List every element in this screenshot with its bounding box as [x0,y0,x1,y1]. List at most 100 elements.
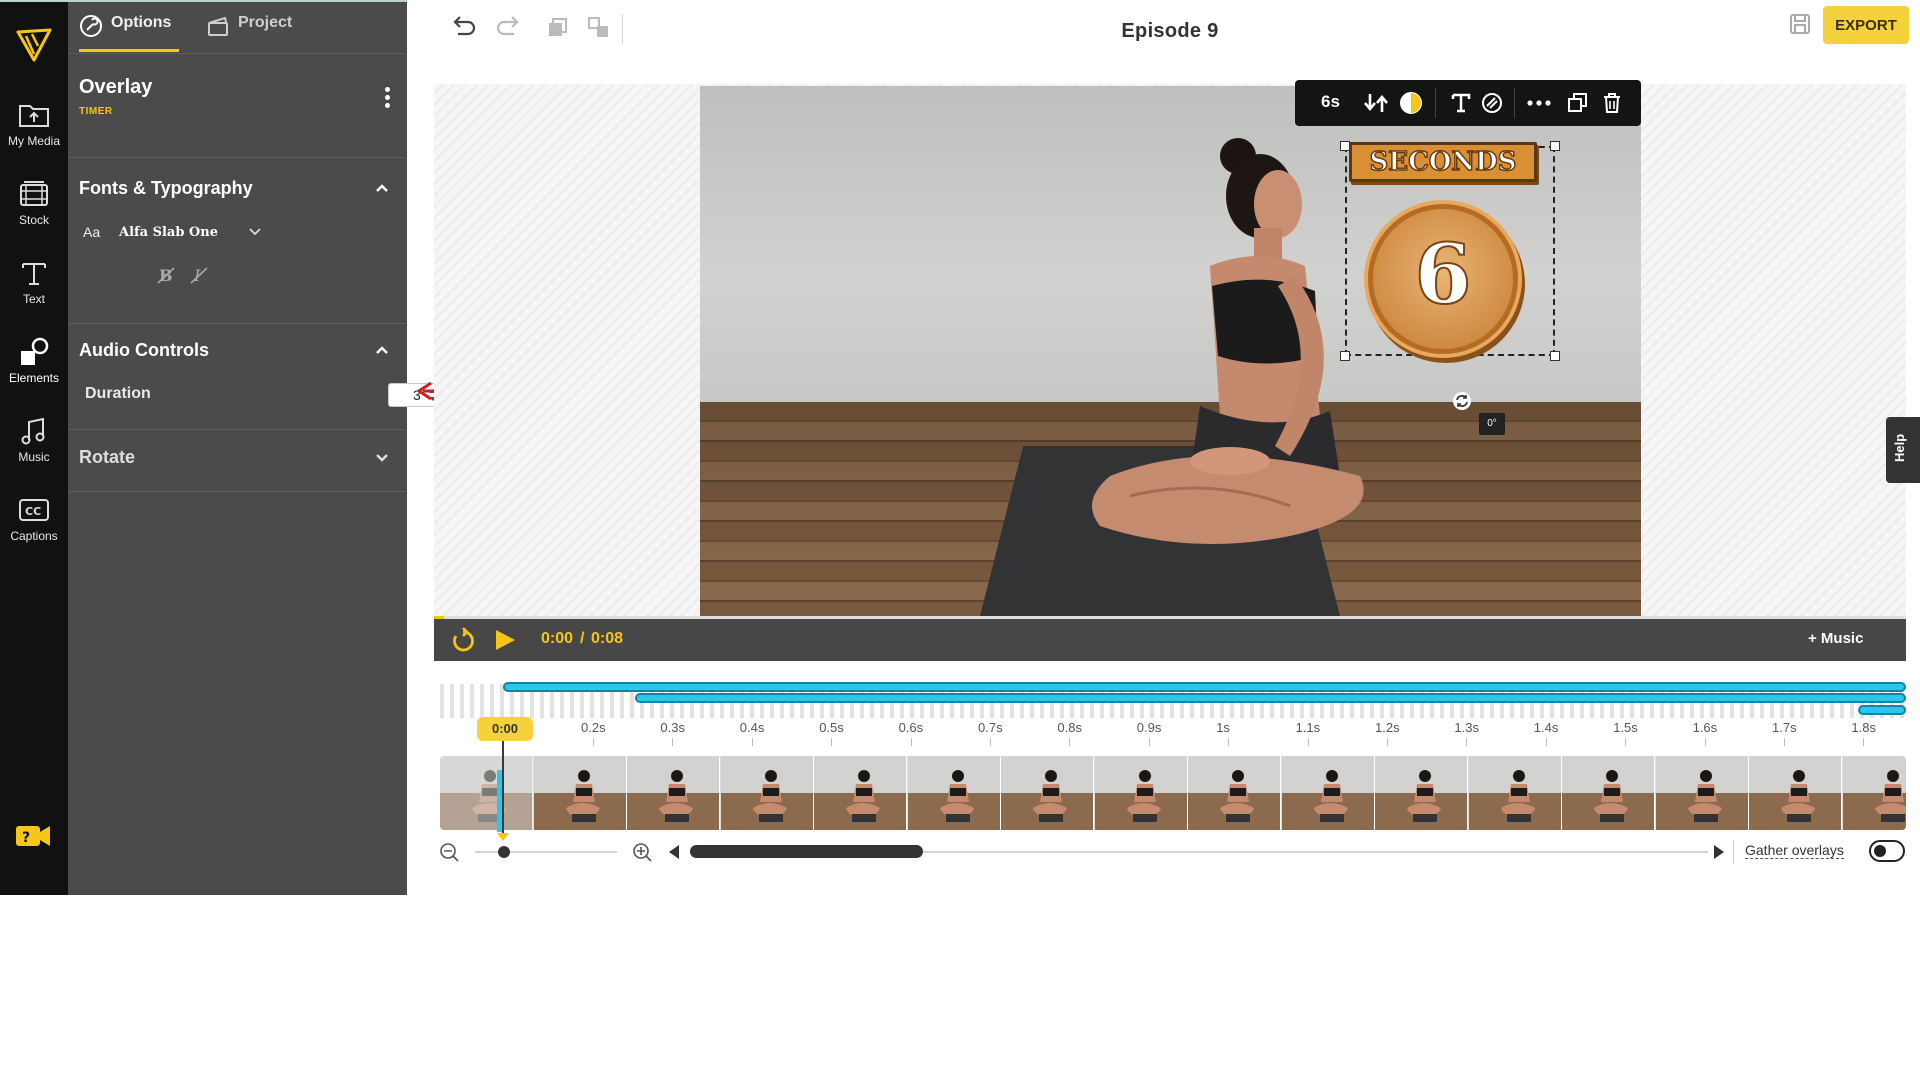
toggle-knob [1874,845,1886,857]
scroll-right-icon[interactable] [1712,844,1726,860]
copy-icon[interactable] [1567,91,1589,115]
playhead-time-label[interactable]: 0:00 [477,717,533,741]
tab-options[interactable]: Options [79,14,179,52]
resize-handle[interactable] [1550,141,1560,151]
rotate-handle-icon[interactable] [1452,391,1472,411]
timeline-tick-mark [593,738,594,746]
rotate-section: Rotate [68,430,407,492]
overlay-title: Overlay [79,76,153,98]
app-logo-icon[interactable] [14,24,54,64]
filmstrip-frame [814,756,907,830]
rotate-section-title[interactable]: Rotate [79,447,135,468]
filmstrip-frame [1655,756,1749,830]
font-family-select[interactable]: Aa Alfa Slab One [83,220,261,244]
bold-off-icon[interactable]: B [155,264,177,286]
text-style-icon[interactable] [1449,91,1473,115]
element-duration[interactable]: 6s [1321,92,1340,112]
zoom-in-icon[interactable] [632,842,652,862]
fonts-section-title[interactable]: Fonts & Typography [79,178,253,199]
frame-thumbnail-icon [1313,770,1348,822]
timeline-track-overlay[interactable] [503,682,1906,692]
frame-thumbnail-icon [846,770,880,822]
opacity-icon[interactable] [1399,91,1423,115]
frame-thumbnail-icon [752,770,787,822]
play-icon[interactable] [494,629,516,651]
filmstrip-frame [1375,756,1468,830]
arrange-icon[interactable] [584,14,614,42]
timeline-track-overlay[interactable] [635,693,1906,703]
more-options-icon[interactable] [385,87,391,109]
tab-label: Project [238,14,293,31]
timeline-tick-mark [1148,738,1150,746]
timeline-tick-label: 0.6s [898,720,924,735]
rail-item-music[interactable]: Music [0,410,68,484]
help-video-icon[interactable]: ? [14,820,52,852]
timeline-track-overlay[interactable] [1858,705,1906,715]
timeline-tick-label: 0.9s [1136,720,1162,735]
rail-item-my-media[interactable]: My Media [0,94,68,168]
rail-item-captions[interactable]: CC Captions [0,489,68,563]
color-effects-icon[interactable] [1480,91,1504,115]
undo-icon[interactable] [448,14,478,42]
current-time: 0:00 [541,630,574,647]
rail-item-text[interactable]: Text [0,252,68,326]
timeline-scroll-thumb[interactable] [690,845,923,858]
rail-item-elements[interactable]: Elements [0,331,68,405]
chevron-down-icon[interactable] [375,453,389,463]
help-label: Help [1892,433,1907,462]
chevron-up-icon[interactable] [375,345,389,355]
frame-thumbnail-icon [1781,770,1815,822]
more-horizontal-icon[interactable] [1526,91,1552,115]
gather-overlays-toggle[interactable] [1869,840,1905,862]
zoom-out-icon[interactable] [439,842,459,862]
gather-overlays-label[interactable]: Gather overlays [1745,842,1844,859]
left-rail: My Media Stock Text Elements Music CC Ca… [0,0,68,895]
replay-icon[interactable] [450,627,476,653]
timeline-tick-mark [1863,738,1865,746]
playback-progress[interactable] [434,616,1906,619]
rail-item-stock[interactable]: Stock [0,173,68,247]
save-icon[interactable] [1788,12,1812,36]
zoom-slider-track[interactable] [475,851,617,853]
tab-project[interactable]: Project [206,14,292,52]
layer-order-icon[interactable] [1361,91,1391,115]
video-filmstrip[interactable] [440,756,1906,830]
trash-icon[interactable] [1601,91,1623,115]
audio-section-title[interactable]: Audio Controls [79,340,209,361]
timeline-tick-mark [990,738,991,746]
italic-off-icon[interactable]: I [188,264,210,286]
filmstrip-frame [1001,756,1094,830]
timer-seconds-label[interactable]: SECONDS [1349,142,1537,182]
timeline-tick-mark [672,738,674,746]
panel-tabs: Options Project [68,2,407,54]
project-title[interactable]: Episode 9 [1070,20,1270,43]
export-button[interactable]: EXPORT [1823,6,1909,44]
help-tab[interactable]: Help [1886,417,1920,483]
element-toolbar: 6s [1295,80,1641,126]
timeline-tick-label: 1.4s [1533,720,1559,735]
scroll-left-icon[interactable] [667,844,681,860]
timer-count-circle[interactable]: 6 [1368,204,1518,354]
rail-label: Elements [8,371,60,385]
resize-handle[interactable] [1340,351,1350,361]
rail-label: My Media [7,134,60,148]
frame-thumbnail-icon [565,770,600,822]
zoom-slider-knob[interactable] [498,846,510,858]
timer-count-number: 6 [1413,226,1472,324]
frame-thumbnail-icon [659,770,693,822]
timeline-divider [1733,840,1734,864]
playhead-line[interactable] [502,741,504,839]
options-panel: Options Project Overlay TIMER Fonts & Ty… [68,0,459,895]
frame-thumbnail-icon [1407,770,1441,822]
filmstrip-frame [1468,756,1562,830]
playhead-handle-icon[interactable] [496,832,510,842]
redo-icon[interactable] [494,14,524,42]
chevron-up-icon[interactable] [375,183,389,193]
duplicate-icon[interactable] [542,14,572,42]
add-music-button[interactable]: + Music [1808,630,1863,647]
timeline-tick-label: 0.8s [1057,720,1082,735]
svg-text:CC: CC [25,505,41,518]
timeline-tick-label: 0.7s [978,720,1003,735]
resize-handle[interactable] [1550,351,1560,361]
filmstrip-frame [907,756,1001,830]
